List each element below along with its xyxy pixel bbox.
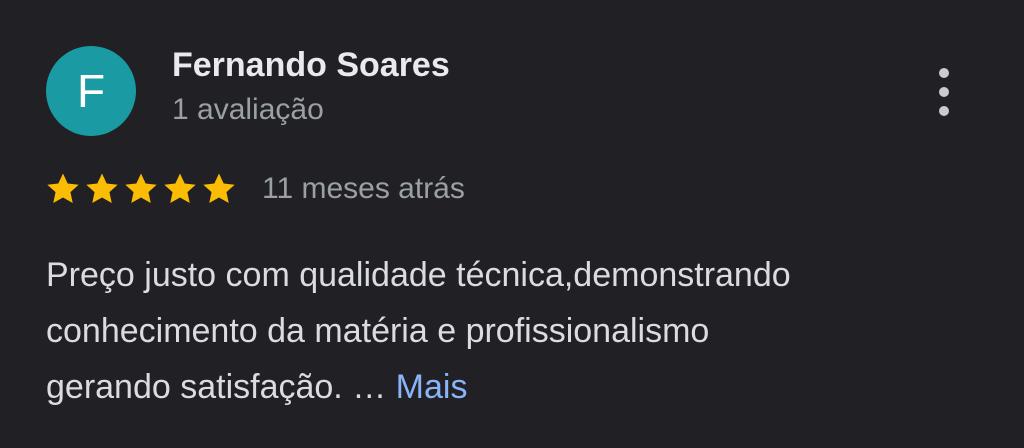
star-icon <box>203 173 235 204</box>
author-name[interactable]: Fernando Soares <box>172 46 450 85</box>
review-text-line: Preço justo com qualidade técnica,demons… <box>46 256 791 294</box>
review-text-line: conhecimento da matéria e profissionalis… <box>46 312 710 350</box>
review-text: Preço justo com qualidade técnica,demons… <box>46 247 976 415</box>
review-count: 1 avaliação <box>172 93 324 126</box>
review-time: 11 meses atrás <box>262 172 465 205</box>
avatar-initial: F <box>76 65 106 117</box>
star-icon <box>125 173 157 204</box>
star-icon <box>86 173 118 204</box>
more-vert-icon <box>939 68 949 78</box>
more-options-button[interactable] <box>928 62 960 122</box>
star-icon <box>47 173 79 204</box>
review-text-tail: gerando satisfação. … <box>46 368 387 406</box>
more-link[interactable]: Mais <box>396 368 468 406</box>
review-card: F Fernando Soares 1 avaliação 11 meses a… <box>0 0 1024 448</box>
star-rating <box>44 170 238 208</box>
more-vert-icon-dot <box>939 106 949 116</box>
review-text-line-last: gerando satisfação. … Mais <box>46 359 976 415</box>
avatar[interactable]: F <box>46 46 136 136</box>
star-icon <box>164 173 196 204</box>
more-vert-icon-dot <box>939 87 949 97</box>
